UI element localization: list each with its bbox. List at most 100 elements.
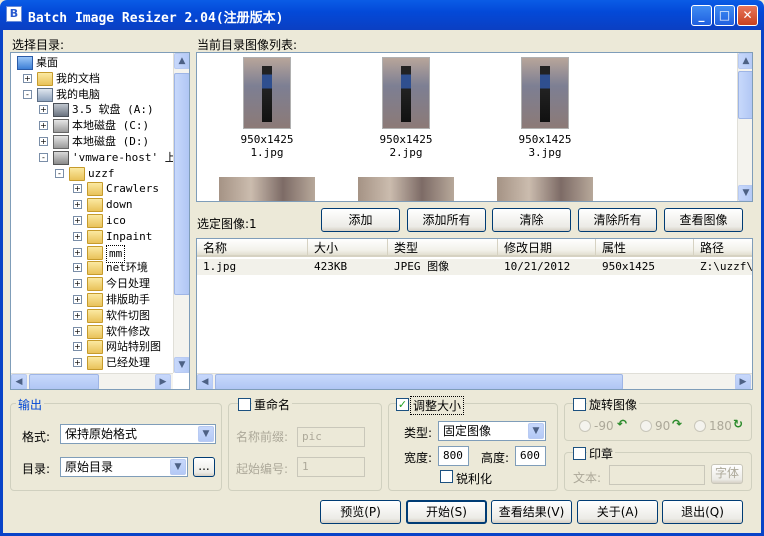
- expand-icon[interactable]: +: [73, 342, 82, 352]
- column-header-date[interactable]: 修改日期: [498, 239, 596, 257]
- column-header-attributes[interactable]: 属性: [596, 239, 694, 257]
- expand-icon[interactable]: +: [39, 121, 48, 131]
- expand-icon[interactable]: +: [39, 137, 48, 146]
- folder-icon: [87, 198, 103, 213]
- rotate-full-icon: ↻: [733, 417, 744, 431]
- expand-icon[interactable]: +: [73, 279, 82, 289]
- thumbnail-image[interactable]: [521, 57, 569, 129]
- scroll-down-icon[interactable]: ▼: [738, 185, 752, 201]
- table-hscroll-thumb[interactable]: [215, 374, 623, 389]
- expand-icon[interactable]: +: [73, 247, 82, 257]
- font-button[interactable]: 字体: [711, 464, 743, 484]
- tree-item-label: down: [106, 198, 133, 212]
- scroll-right-icon[interactable]: ▶: [735, 374, 751, 389]
- prefix-label: 名称前缀:: [236, 430, 289, 444]
- chevron-down-icon[interactable]: ▼: [528, 423, 544, 439]
- expand-icon[interactable]: +: [73, 231, 82, 241]
- expand-icon[interactable]: +: [73, 326, 82, 336]
- width-input[interactable]: 800: [438, 446, 469, 466]
- rotate-90-radio[interactable]: [640, 420, 652, 432]
- maximize-button[interactable]: □: [714, 5, 735, 26]
- minimize-button[interactable]: _: [691, 5, 712, 26]
- scroll-up-icon[interactable]: ▲: [738, 53, 752, 69]
- expand-icon[interactable]: +: [73, 295, 82, 304]
- chevron-down-icon[interactable]: ▼: [170, 459, 186, 475]
- stamp-text-input[interactable]: [609, 465, 705, 485]
- collapse-icon[interactable]: -: [55, 168, 64, 178]
- format-select[interactable]: 保持原始格式 ▼: [60, 424, 216, 444]
- view-image-button[interactable]: 查看图像: [664, 208, 743, 232]
- thumbnail-dims: 950x1425: [240, 133, 294, 146]
- thumbnail-image[interactable]: [497, 177, 593, 201]
- thumbnail-scroll-thumb[interactable]: [738, 71, 752, 119]
- tree-scroll-thumb[interactable]: [174, 73, 189, 295]
- expand-icon[interactable]: +: [73, 200, 82, 210]
- clear-button[interactable]: 清除: [492, 208, 571, 232]
- expand-icon[interactable]: +: [73, 263, 82, 273]
- about-button[interactable]: 关于(A): [577, 500, 658, 524]
- desktop-icon: [17, 56, 33, 70]
- expand-icon[interactable]: +: [73, 216, 82, 225]
- thumbnail-panel[interactable]: 950x1425 1.jpg 950x1425 2.jpg 950x1425 3…: [196, 52, 753, 202]
- rotate-180-radio[interactable]: [694, 420, 706, 432]
- scroll-right-icon[interactable]: ▶: [155, 374, 171, 389]
- column-header-size[interactable]: 大小: [308, 239, 388, 257]
- rotate-minus90-label: -90: [594, 419, 614, 433]
- chevron-down-icon[interactable]: ▼: [198, 426, 214, 442]
- collapse-icon[interactable]: -: [23, 89, 32, 99]
- rename-group: [228, 403, 382, 491]
- add-button[interactable]: 添加: [321, 208, 400, 232]
- thumbnail-image[interactable]: [358, 177, 454, 201]
- stamp-checkbox[interactable]: [573, 447, 586, 460]
- scroll-up-icon[interactable]: ▲: [174, 53, 189, 69]
- browse-button[interactable]: ...: [193, 457, 215, 477]
- tree-hscroll-thumb[interactable]: [29, 374, 99, 389]
- expand-icon[interactable]: +: [73, 310, 82, 320]
- thumbnail-image[interactable]: [382, 57, 430, 129]
- thumbnail-image[interactable]: [219, 177, 315, 201]
- folder-icon: [87, 308, 103, 323]
- folder-icon: [87, 324, 103, 339]
- rotate-checkbox[interactable]: [573, 398, 586, 411]
- expand-icon[interactable]: +: [39, 105, 48, 115]
- file-table[interactable]: 名称 大小 类型 修改日期 属性 路径 1.jpg 423KB JPEG 图像 …: [196, 238, 753, 390]
- column-header-type[interactable]: 类型: [388, 239, 498, 257]
- view-results-button[interactable]: 查看结果(V): [491, 500, 572, 524]
- photo-subject: [401, 66, 411, 122]
- column-header-path[interactable]: 路径: [694, 239, 752, 257]
- table-row[interactable]: 1.jpg 423KB JPEG 图像 10/21/2012 950x1425 …: [197, 259, 752, 275]
- tree-vertical-scrollbar[interactable]: ▲ ▼: [173, 53, 189, 373]
- tree-horizontal-scrollbar[interactable]: ◀ ▶: [11, 373, 173, 389]
- sharpen-checkbox[interactable]: [440, 470, 453, 483]
- resize-type-select[interactable]: 固定图像 ▼: [438, 421, 546, 441]
- title-bar[interactable]: B Batch Image Resizer 2.04(注册版本) _ □ ✕: [0, 0, 764, 30]
- prefix-input[interactable]: pic: [297, 427, 365, 447]
- column-header-name[interactable]: 名称: [197, 239, 308, 257]
- close-button[interactable]: ✕: [737, 5, 758, 26]
- exit-button[interactable]: 退出(Q): [662, 500, 743, 524]
- rename-checkbox[interactable]: [238, 398, 251, 411]
- expand-icon[interactable]: +: [73, 184, 82, 194]
- tree-item-label: 本地磁盘 (D:): [72, 135, 150, 148]
- thumbnail-scrollbar[interactable]: ▲ ▼: [737, 53, 752, 201]
- scroll-left-icon[interactable]: ◀: [11, 374, 27, 389]
- scroll-left-icon[interactable]: ◀: [197, 374, 213, 389]
- expand-icon[interactable]: +: [73, 358, 82, 368]
- network-drive-icon: [53, 150, 69, 165]
- scroll-down-icon[interactable]: ▼: [174, 357, 189, 373]
- folder-tree[interactable]: 桌面 + 我的文档 - 我的电脑 +3.5 软盘 (A:) + 本地磁盘 (C:) + 本地磁盘 …: [10, 52, 190, 390]
- expand-icon[interactable]: +: [23, 73, 32, 83]
- thumbnail-image[interactable]: [243, 57, 291, 129]
- collapse-icon[interactable]: -: [39, 152, 48, 162]
- clear-all-button[interactable]: 清除所有: [578, 208, 657, 232]
- directory-select[interactable]: 原始目录 ▼: [60, 457, 188, 477]
- start-number-input[interactable]: 1: [297, 457, 365, 477]
- height-input[interactable]: 600: [515, 446, 546, 466]
- rotate-minus90-radio[interactable]: [579, 420, 591, 432]
- add-all-button[interactable]: 添加所有: [407, 208, 486, 232]
- resize-checkbox[interactable]: ✓: [396, 398, 409, 411]
- preview-button[interactable]: 预览(P): [320, 500, 401, 524]
- table-horizontal-scrollbar[interactable]: ◀ ▶: [197, 373, 752, 389]
- start-button[interactable]: 开始(S): [406, 500, 487, 524]
- tree-item-label: Crawlers: [106, 182, 159, 196]
